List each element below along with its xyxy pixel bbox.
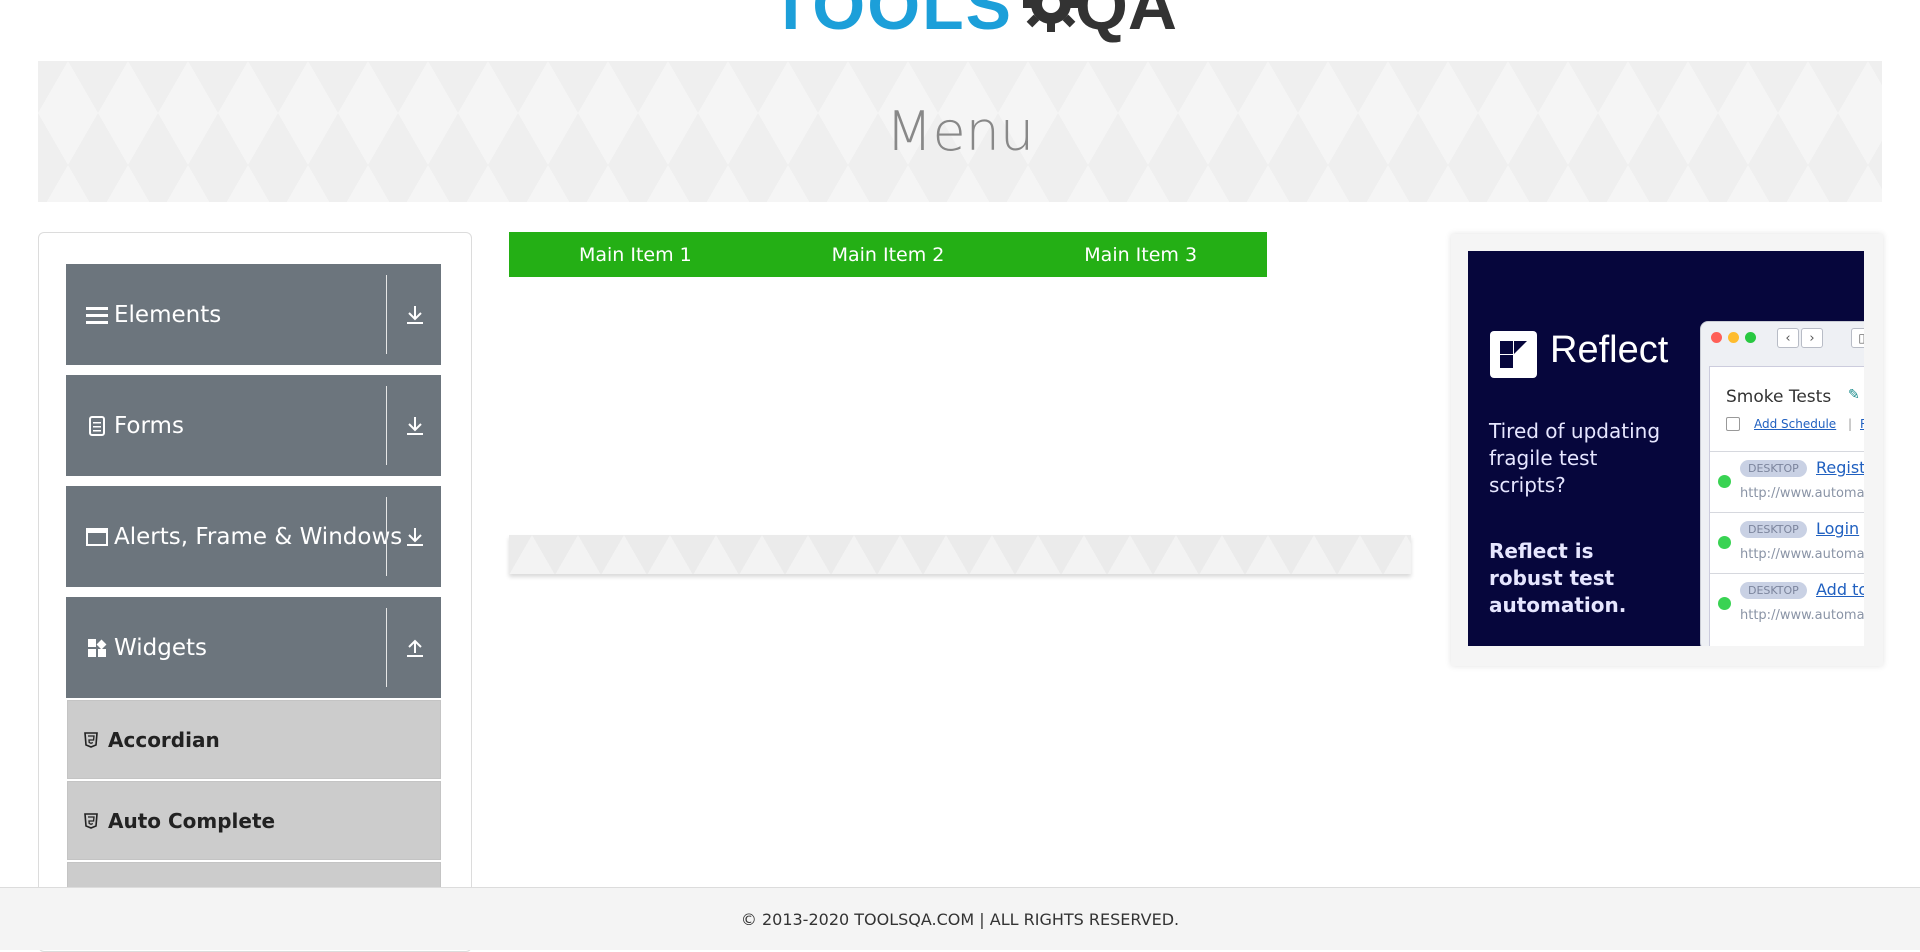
status-dot-icon [1718, 475, 1731, 488]
sidebar-toggle-icon: ◫ [1851, 328, 1864, 348]
logo-text-tools: TOOLS [770, 0, 1013, 44]
window-icon [86, 526, 108, 548]
browser-nav: ‹ › [1777, 328, 1823, 348]
download-arrow-icon[interactable] [399, 264, 431, 365]
document-icon [86, 415, 108, 437]
window-controls [1711, 332, 1756, 343]
close-dot-icon [1711, 332, 1722, 343]
status-dot-icon [1718, 536, 1731, 549]
sidebar-item-label: Auto Complete [108, 808, 276, 833]
group-label: Forms [114, 412, 184, 439]
gear-icon [1019, 0, 1083, 40]
divider [386, 275, 387, 354]
ad-brand: Reflect [1550, 329, 1669, 371]
page-title-banner: Menu [38, 61, 1882, 202]
add-schedule-link: Add Schedule [1754, 417, 1837, 431]
sidebar-item-auto-complete[interactable]: Auto Complete [67, 781, 441, 860]
main-menu-bar: Main Item 1 Main Item 2 Main Item 3 [509, 232, 1267, 277]
test-url: http://www.automat [1740, 486, 1864, 501]
ad-browser-mockup: ‹ › ◫ Smoke Tests ✎ Add Schedule | Ru DE… [1700, 321, 1864, 646]
sidebar-group-forms: Forms [66, 375, 441, 476]
separator: | [1848, 417, 1853, 431]
divider [386, 608, 387, 687]
pencil-icon: ✎ [1848, 387, 1860, 403]
sidebar: Elements Forms Alerts, Frame & Windows W… [38, 232, 472, 952]
divider [386, 497, 387, 576]
chevron-left-icon: ‹ [1777, 328, 1799, 348]
footer: © 2013-2020 TOOLSQA.COM | ALL RIGHTS RES… [0, 887, 1920, 950]
ad-container: Reflect Tired of updating fragile test s… [1451, 234, 1883, 666]
maximize-dot-icon [1745, 332, 1756, 343]
group-label: Alerts, Frame & Windows [114, 523, 403, 550]
group-header-forms[interactable]: Forms [66, 375, 441, 476]
sidebar-group-alerts: Alerts, Frame & Windows [66, 486, 441, 587]
test-url: http://www.automat [1740, 547, 1864, 562]
site-logo[interactable]: TOOLS QA [770, 0, 1177, 40]
logo-text-qa: QA [1075, 0, 1177, 44]
sidebar-group-elements: Elements [66, 264, 441, 365]
group-header-widgets[interactable]: Widgets [66, 597, 441, 698]
decorative-strip [509, 535, 1411, 574]
group-label: Widgets [114, 634, 207, 661]
download-arrow-icon[interactable] [399, 486, 431, 587]
ad-headline: Tired of updating fragile test scripts? [1489, 419, 1661, 497]
test-name: Registr [1816, 458, 1864, 477]
group-header-elements[interactable]: Elements [66, 264, 441, 365]
upload-arrow-icon[interactable] [399, 597, 431, 698]
divider [386, 386, 387, 465]
page-title: Menu [885, 100, 1035, 163]
device-tag: DESKTOP [1740, 460, 1807, 477]
sidebar-item-accordian[interactable]: Accordian [67, 700, 441, 779]
device-tag: DESKTOP [1740, 582, 1807, 599]
run-link: Ru [1860, 417, 1864, 431]
copyright-text: © 2013-2020 TOOLSQA.COM | ALL RIGHTS RES… [740, 909, 1180, 929]
test-row: DESKTOP Add to http://www.automat [1710, 573, 1864, 633]
chevron-right-icon: › [1801, 328, 1823, 348]
widgets-icon [86, 637, 108, 659]
html5-icon [84, 812, 100, 829]
status-dot-icon [1718, 597, 1731, 610]
panel-title: Smoke Tests [1726, 387, 1832, 407]
menu-item-3[interactable]: Main Item 3 [1014, 232, 1267, 277]
hamburger-icon [86, 304, 108, 326]
ad-banner[interactable]: Reflect Tired of updating fragile test s… [1468, 251, 1864, 646]
test-name: Login [1816, 519, 1860, 538]
ad-tagline: Reflect is robust test automation. [1489, 539, 1627, 617]
menu-item-1[interactable]: Main Item 1 [509, 232, 762, 277]
group-label: Elements [114, 301, 222, 328]
group-header-alerts[interactable]: Alerts, Frame & Windows [66, 486, 441, 587]
test-url: http://www.automat [1740, 608, 1864, 623]
test-name: Add to [1816, 580, 1864, 599]
reflect-logo-icon [1490, 331, 1537, 378]
device-tag: DESKTOP [1740, 521, 1807, 538]
minimize-dot-icon [1728, 332, 1739, 343]
test-row: DESKTOP Login http://www.automat [1710, 512, 1864, 572]
ad-test-panel: Smoke Tests ✎ Add Schedule | Ru DESKTOP … [1709, 366, 1864, 646]
test-row: DESKTOP Registr http://www.automat [1710, 451, 1864, 511]
sidebar-item-label: Accordian [108, 727, 220, 752]
calendar-icon [1726, 417, 1740, 431]
html5-icon [84, 731, 100, 748]
download-arrow-icon[interactable] [399, 375, 431, 476]
menu-item-2[interactable]: Main Item 2 [762, 232, 1015, 277]
